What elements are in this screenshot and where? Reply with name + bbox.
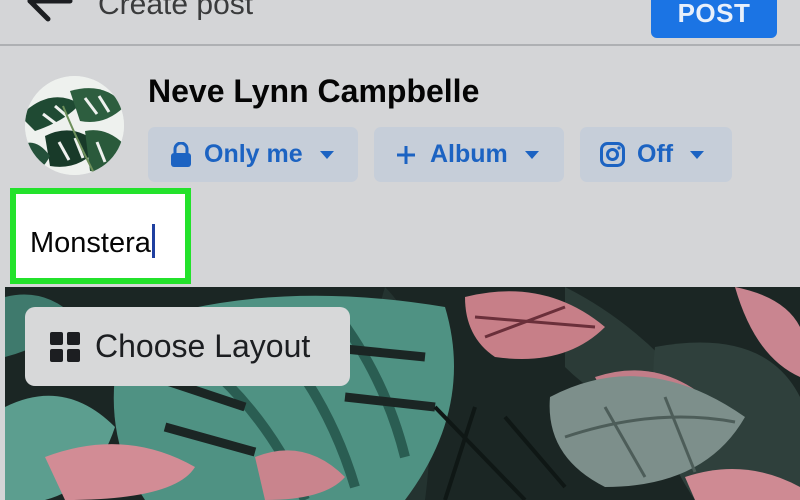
back-button[interactable]	[18, 0, 78, 26]
author-name: Neve Lynn Campbelle	[148, 73, 480, 109]
choose-layout-label: Choose Layout	[95, 328, 311, 364]
instagram-icon	[600, 142, 625, 167]
privacy-selector[interactable]: Only me	[148, 127, 358, 182]
text-cursor	[151, 224, 155, 258]
lock-icon	[170, 141, 192, 168]
post-text-input[interactable]: Monstera	[10, 188, 191, 284]
chevron-down-icon	[524, 150, 539, 159]
album-label: Album	[430, 140, 508, 168]
back-arrow-icon	[27, 0, 73, 22]
page-title: Create post	[98, 0, 254, 21]
top-bar: Create post POST	[0, 0, 800, 46]
instagram-share-toggle[interactable]: Off	[580, 127, 732, 182]
monstera-avatar-image	[25, 76, 124, 175]
grid-layout-icon	[49, 331, 81, 363]
avatar[interactable]	[25, 76, 124, 175]
chevron-down-icon	[690, 150, 705, 159]
post-text-value: Monstera	[30, 227, 151, 259]
instagram-label: Off	[637, 140, 674, 168]
choose-layout-button[interactable]: Choose Layout	[25, 307, 350, 386]
post-button[interactable]: POST	[651, 0, 777, 38]
album-selector[interactable]: Album	[374, 127, 564, 182]
chevron-down-icon	[319, 150, 334, 159]
plus-icon	[396, 145, 416, 165]
privacy-label: Only me	[204, 140, 303, 168]
